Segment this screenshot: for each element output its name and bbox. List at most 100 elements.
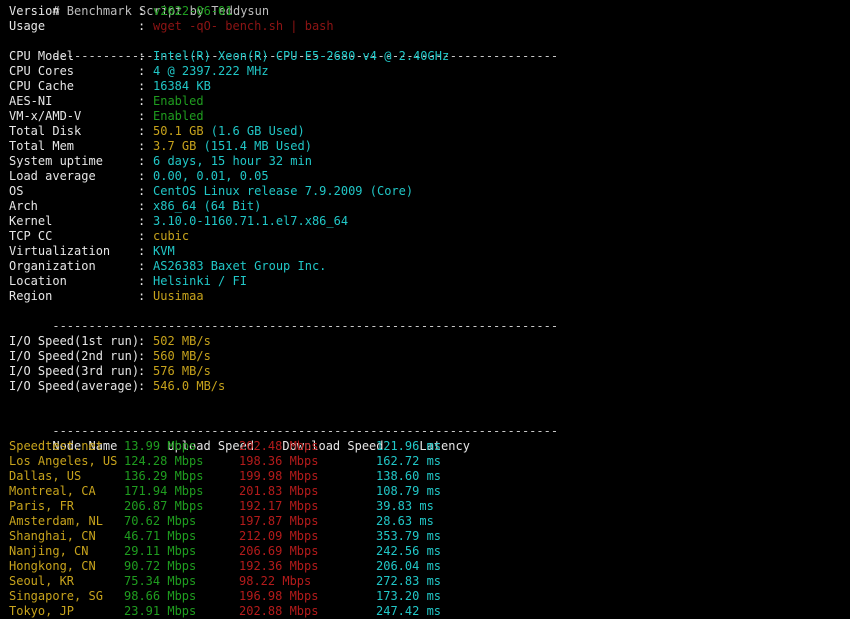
speedtest-node-name: Tokyo, JP	[9, 604, 75, 618]
i-o-speed-average-label: I/O Speed(average)	[9, 379, 140, 393]
colon-separator: :	[138, 169, 146, 183]
script-info-block: Version: v2022-06-01 Usage: wget -qO- bench…	[0, 4, 850, 34]
system-uptime-value: 6 days, 15 hour 32 min	[153, 154, 312, 168]
speedtest-node-name: Los Angeles, US	[9, 454, 118, 468]
speedtest-node-name: Paris, FR	[9, 499, 75, 513]
speedtest-upload-speed: 136.29 Mbps	[124, 469, 204, 483]
vm-x-amd-v-label: VM-x/AMD-V	[9, 109, 82, 123]
speedtest-node-name: Shanghai, CN	[9, 529, 96, 543]
colon-separator: :	[138, 244, 146, 258]
virtualization-label: Virtualization	[9, 244, 111, 258]
i-o-speed-2nd-run-value: 560 MB/s	[153, 349, 211, 363]
organization-label: Organization	[9, 259, 96, 273]
system-info-row: AES-NI: Enabled	[0, 94, 850, 109]
total-disk-detail: (1.6 GB Used)	[203, 124, 305, 138]
colon-separator: :	[138, 154, 146, 168]
speedtest-upload-speed: 46.71 Mbps	[124, 529, 197, 543]
speedtest-download-speed: 201.83 Mbps	[239, 484, 319, 498]
speedtest-row: Amsterdam, NL 70.62 Mbps 197.87 Mbps 28.63 …	[0, 514, 850, 529]
system-info-row: Kernel:3.10.0-1160.71.1.el7.x86_64	[0, 214, 850, 229]
i-o-speed-3rd-run-value: 576 MB/s	[153, 364, 211, 378]
system-info-row: Virtualization: KVM	[0, 244, 850, 259]
speedtest-row: Tokyo, JP 23.91 Mbps 202.88 Mbps 247.42 ms	[0, 604, 850, 619]
colon-separator: :	[138, 19, 146, 33]
speedtest-row: Speedtest.net 13.99 Mbps 202.48 Mbps 121.96…	[0, 439, 850, 454]
region-value: Uusimaa	[153, 289, 204, 303]
speedtest-latency: 138.60 ms	[376, 469, 442, 483]
total-mem-detail: (151.4 MB Used)	[196, 139, 312, 153]
system-uptime-label: System uptime	[9, 154, 103, 168]
speedtest-latency: 247.42 ms	[376, 604, 442, 618]
cpu-cores-label: CPU Cores	[9, 64, 75, 78]
location-value: Helsinki / FI	[153, 274, 247, 288]
organization-value: AS26383 Baxet Group Inc.	[153, 259, 327, 273]
version-label: Version	[9, 4, 60, 18]
system-info-row: VM-x/AMD-V: Enabled	[0, 109, 850, 124]
speedtest-upload-speed: 75.34 Mbps	[124, 574, 197, 588]
region-label: Region	[9, 289, 53, 303]
dashed-separator: ----------------------------------------…	[52, 424, 559, 438]
speedtest-latency: 272.83 ms	[376, 574, 442, 588]
speedtest-upload-speed: 70.62 Mbps	[124, 514, 197, 528]
tcp-cc-value: cubic	[153, 229, 190, 243]
system-info-row: CPU Model: Intel(R) Xeon(R) CPU E5-2680 v…	[0, 49, 850, 64]
location-label: Location	[9, 274, 67, 288]
speedtest-node-name: Nanjing, CN	[9, 544, 89, 558]
system-info-row: CPU Cache:16384 KB	[0, 79, 850, 94]
speedtest-row: Paris, FR 206.87 Mbps 192.17 Mbps 39.83 ms	[0, 499, 850, 514]
cpu-cores-value: 4 @ 2397.222 MHz	[153, 64, 269, 78]
aes-ni-value: Enabled	[153, 94, 204, 108]
system-info-row: Total Mem:3.7 GB (151.4 MB Used)	[0, 139, 850, 154]
colon-separator: :	[138, 274, 146, 288]
speedtest-node-name: Hongkong, CN	[9, 559, 96, 573]
system-info-row: System uptime:6 days, 15 hour 32 min	[0, 154, 850, 169]
load-average-label: Load average	[9, 169, 96, 183]
total-disk-label: Total Disk	[9, 124, 82, 138]
io-speed-row: I/O Speed(3rd run): 576 MB/s	[0, 364, 850, 379]
script-info-row: Version: v2022-06-01	[0, 4, 850, 19]
terminal-window[interactable]: # Benchmark Script by Teddysun Version: v…	[0, 0, 850, 618]
system-info-row: OS: CentOS Linux release 7.9.2009 (Core)	[0, 184, 850, 199]
speedtest-upload-speed: 23.91 Mbps	[124, 604, 197, 618]
separator-line-2: ----------------------------------------…	[0, 304, 850, 333]
total-mem-value: 3.7 GB	[153, 139, 197, 153]
speedtest-latency: 39.83 ms	[376, 499, 434, 513]
colon-separator: :	[138, 379, 146, 393]
system-info-row: Load average:0.00, 0.01, 0.05	[0, 169, 850, 184]
system-info-row: Organization: AS26383 Baxet Group Inc.	[0, 259, 850, 274]
speedtest-latency: 353.79 ms	[376, 529, 442, 543]
version-value: v2022-06-01	[153, 4, 233, 18]
tcp-cc-label: TCP CC	[9, 229, 53, 243]
cpu-cache-value: 16384 KB	[153, 79, 211, 93]
script-info-row: Usage: wget -qO- bench.sh | bash	[0, 19, 850, 34]
colon-separator: :	[138, 199, 146, 213]
speedtest-upload-speed: 90.72 Mbps	[124, 559, 197, 573]
speedtest-row: Nanjing, CN 29.11 Mbps 206.69 Mbps 242.56 m…	[0, 544, 850, 559]
system-info-row: CPU Cores:4 @ 2397.222 MHz	[0, 64, 850, 79]
colon-separator: :	[138, 259, 146, 273]
speedtest-row: Seoul, KR 75.34 Mbps 98.22 Mbps 272.83 ms	[0, 574, 850, 589]
system-info-row: Location: Helsinki / FI	[0, 274, 850, 289]
speedtest-download-speed: 192.17 Mbps	[239, 499, 319, 513]
colon-separator: :	[138, 349, 146, 363]
usage-label: Usage	[9, 19, 46, 33]
speedtest-upload-speed: 29.11 Mbps	[124, 544, 197, 558]
total-mem-label: Total Mem	[9, 139, 75, 153]
speedtest-latency: 162.72 ms	[376, 454, 442, 468]
io-speed-row: I/O Speed(1st run): 502 MB/s	[0, 334, 850, 349]
load-average-value: 0.00, 0.01, 0.05	[153, 169, 269, 183]
speedtest-latency: 121.96 ms	[376, 439, 442, 453]
i-o-speed-3rd-run-label: I/O Speed(3rd run)	[9, 364, 140, 378]
speedtest-download-speed: 198.36 Mbps	[239, 454, 319, 468]
i-o-speed-1st-run-value: 502 MB/s	[153, 334, 211, 348]
colon-separator: :	[138, 334, 146, 348]
system-info-row: TCP CC: cubic	[0, 229, 850, 244]
speedtest-latency: 206.04 ms	[376, 559, 442, 573]
system-info-row: Arch: x86_64 (64 Bit)	[0, 199, 850, 214]
dashed-separator: ----------------------------------------…	[52, 319, 559, 333]
speedtest-node-name: Speedtest.net	[9, 439, 103, 453]
speedtest-download-speed: 98.22 Mbps	[239, 574, 312, 588]
colon-separator: :	[138, 364, 146, 378]
speedtest-node-name: Singapore, SG	[9, 589, 103, 603]
colon-separator: :	[138, 229, 146, 243]
